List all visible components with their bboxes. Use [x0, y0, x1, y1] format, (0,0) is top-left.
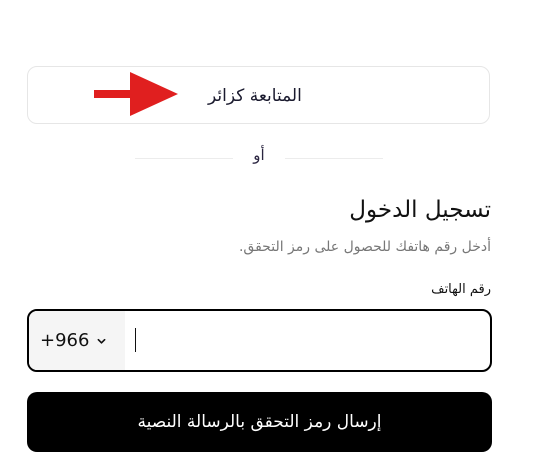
country-code-value: +966 — [40, 330, 90, 351]
phone-field-label: رقم الهاتف — [431, 282, 491, 297]
phone-number-input[interactable] — [125, 311, 490, 370]
text-caret — [135, 328, 136, 352]
or-separator: أو — [253, 146, 265, 164]
send-verification-code-button[interactable]: إرسال رمز التحقق بالرسالة النصية — [27, 392, 492, 452]
continue-as-guest-label: المتابعة كزائر — [208, 86, 302, 106]
divider-line-left — [135, 158, 233, 159]
country-code-select[interactable]: +966 — [29, 311, 125, 370]
divider-line-right — [285, 158, 383, 159]
phone-field: +966 — [27, 309, 492, 372]
page-title: تسجيل الدخول — [349, 197, 491, 223]
page-subtitle: أدخل رقم هاتفك للحصول على رمز التحقق. — [238, 239, 491, 255]
arrow-right-icon — [94, 72, 178, 116]
chevron-down-icon — [97, 338, 106, 344]
send-verification-code-label: إرسال رمز التحقق بالرسالة النصية — [137, 412, 382, 432]
